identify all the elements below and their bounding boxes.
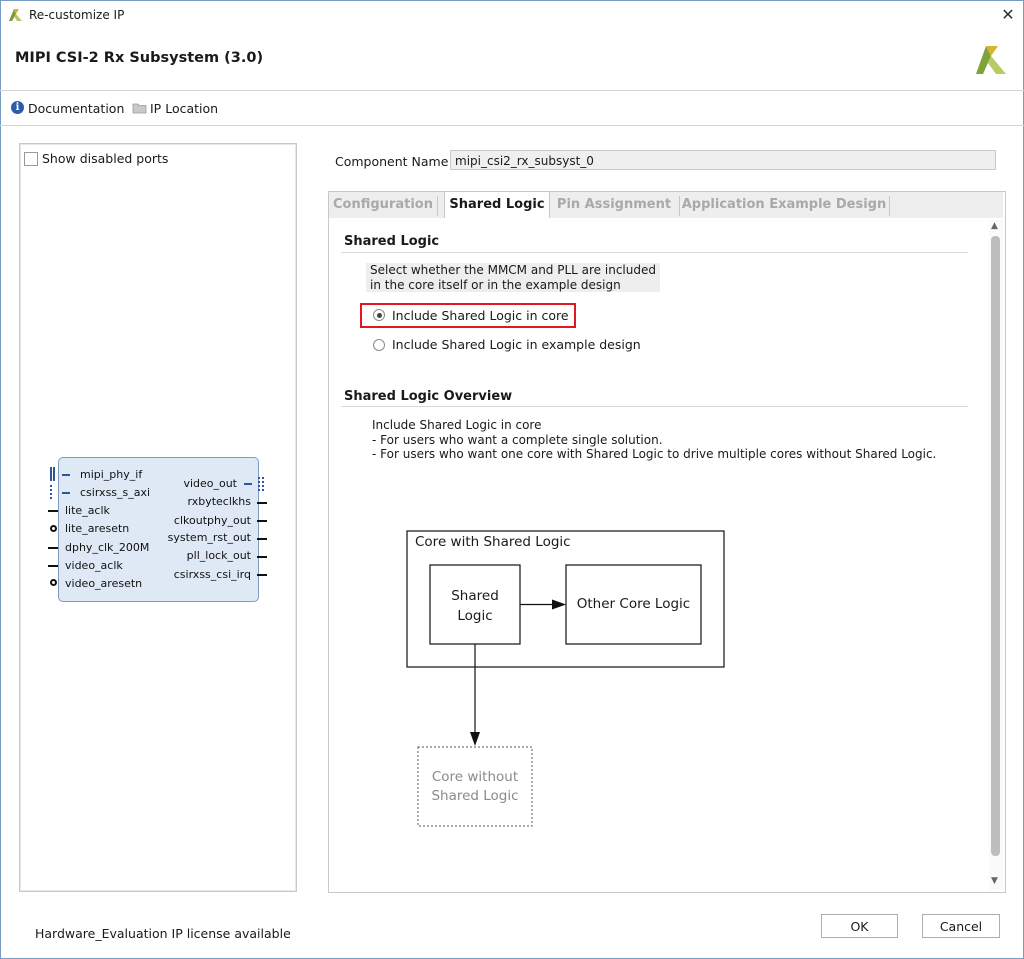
shared-logic-title: Shared Logic [344, 234, 440, 249]
diagram-outer-label: Core with Shared Logic [415, 534, 571, 550]
tab-divider [437, 196, 438, 216]
show-disabled-ports-label: Show disabled ports [42, 151, 169, 166]
diagram-core-without-label: Core without Shared Logic [418, 768, 532, 806]
show-disabled-ports-checkbox[interactable] [24, 152, 38, 166]
port-label: lite_aresetn [65, 522, 130, 535]
port-pin [257, 574, 267, 576]
port-pin [257, 556, 267, 558]
diagram-label-line: Core without [431, 769, 519, 785]
tab-divider [889, 196, 890, 216]
component-name-field[interactable]: mipi_csi2_rx_subsyst_0 [450, 150, 996, 170]
ip-name: MIPI CSI-2 Rx Subsystem (3.0) [15, 50, 264, 66]
port-label: mipi_phy_if [80, 468, 143, 481]
port-label: lite_aclk [65, 504, 110, 517]
folder-icon [132, 103, 147, 114]
port-pin [257, 538, 267, 540]
scroll-up-icon[interactable]: ▲ [991, 221, 998, 231]
header-divider [0, 90, 1024, 91]
radio-include-in-example[interactable] [373, 339, 385, 351]
component-name-label: Component Name [335, 154, 449, 169]
port-pin [257, 520, 267, 522]
diagram-label-line: Shared [451, 588, 499, 604]
bus-marker-icon [53, 467, 55, 481]
tab-configuration[interactable]: Configuration [329, 192, 437, 218]
description-line: Select whether the MMCM and PLL are incl… [370, 263, 656, 277]
overview-title: Shared Logic Overview [344, 389, 513, 404]
diagram-shared-logic-label: Shared Logic [430, 586, 520, 626]
port-pin [244, 483, 252, 485]
bus-marker-icon [50, 467, 52, 481]
description-line: in the core itself or in the example des… [370, 278, 621, 292]
port-pin [48, 510, 58, 512]
documentation-link[interactable]: Documentation [28, 101, 124, 116]
port-label: pll_lock_out [186, 549, 251, 562]
bus-marker-icon [258, 477, 264, 491]
info-icon: i [11, 101, 24, 114]
port-label: video_out [183, 477, 237, 490]
cancel-button[interactable]: Cancel [922, 914, 1000, 938]
tab-shared-logic[interactable]: Shared Logic [444, 192, 550, 218]
tab-divider [679, 196, 680, 216]
port-pin [48, 565, 58, 567]
section-divider [341, 406, 968, 407]
port-label: rxbyteclkhs [187, 495, 252, 508]
scrollbar-thumb[interactable] [991, 236, 1000, 856]
ip-location-link[interactable]: IP Location [150, 101, 218, 116]
diagram-label-line: Logic [457, 608, 493, 624]
port-pin [62, 474, 70, 476]
scroll-down-icon[interactable]: ▼ [991, 876, 998, 886]
port-pin [257, 502, 267, 504]
active-low-pin-icon [50, 579, 57, 586]
arrow-head [470, 732, 480, 746]
port-pin [48, 547, 58, 549]
active-low-pin-icon [50, 525, 57, 532]
port-label: system_rst_out [167, 531, 251, 544]
linkbar-divider [0, 125, 1024, 126]
license-status: Hardware_Evaluation IP license available [35, 926, 291, 941]
port-label: video_aclk [65, 559, 123, 572]
window-title: Re-customize IP [29, 8, 125, 22]
option-include-in-example-label[interactable]: Include Shared Logic in example design [392, 337, 641, 352]
option-include-in-core-label[interactable]: Include Shared Logic in core [392, 308, 569, 323]
port-label: dphy_clk_200M [65, 541, 150, 554]
vivado-app-icon [9, 9, 22, 21]
ip-header: MIPI CSI-2 Rx Subsystem (3.0) [0, 32, 1024, 90]
bus-marker-icon [50, 485, 57, 499]
port-label: clkoutphy_out [173, 514, 251, 527]
overview-line: Include Shared Logic in core [372, 418, 542, 432]
tab-pin-assignment[interactable]: Pin Assignment [553, 192, 675, 218]
ok-button[interactable]: OK [821, 914, 898, 938]
port-label: csirxss_csi_irq [173, 568, 251, 581]
diagram-label-line: Shared Logic [431, 788, 519, 804]
port-label: csirxss_s_axi [80, 486, 151, 499]
tab-strip: Configuration Shared Logic Pin Assignmen… [329, 192, 1003, 218]
overview-line: - For users who want a complete single s… [372, 433, 663, 447]
close-icon[interactable]: ✕ [996, 4, 1020, 26]
xilinx-logo-icon [976, 46, 1006, 74]
title-bar: Re-customize IP ✕ [0, 0, 1024, 32]
shared-logic-description: Select whether the MMCM and PLL are incl… [366, 263, 660, 292]
section-divider [341, 252, 968, 253]
port-label: video_aresetn [65, 577, 143, 590]
port-pin [62, 492, 70, 494]
diagram-other-core-label: Other Core Logic [576, 596, 691, 612]
overview-line: - For users who want one core with Share… [372, 447, 937, 461]
tab-application-example-design[interactable]: Application Example Design [681, 192, 887, 218]
link-bar: i Documentation IP Location [0, 92, 1024, 124]
radio-include-in-core[interactable] [373, 309, 385, 321]
